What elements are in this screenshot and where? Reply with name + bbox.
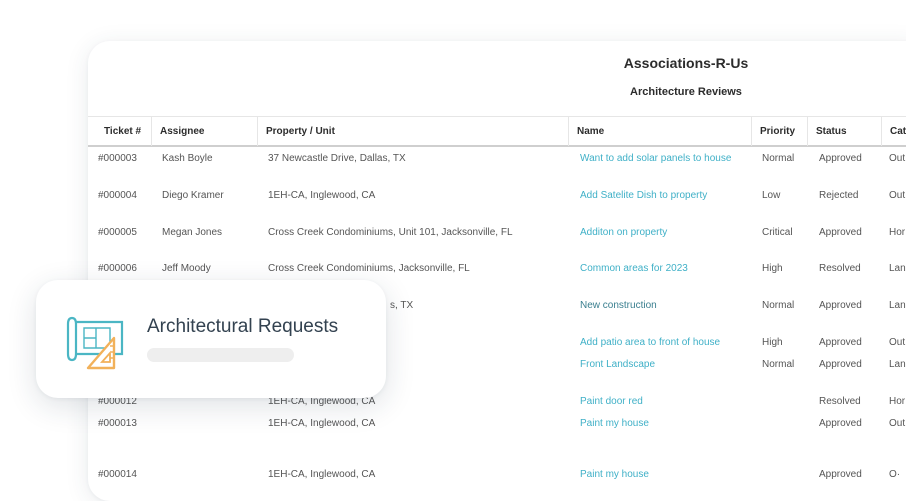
column-header-property[interactable]: Property / Unit <box>257 117 568 146</box>
request-name-link[interactable]: Paint my house <box>580 414 649 434</box>
architectural-requests-card[interactable]: Architectural Requests <box>36 280 386 398</box>
request-name-link[interactable]: Want to add solar panels to house <box>580 149 731 169</box>
table-row[interactable]: #000003 Kash Boyle 37 Newcastle Drive, D… <box>88 149 906 169</box>
priority-cell: High <box>762 263 783 274</box>
request-name-link[interactable]: Paint door red <box>580 392 643 412</box>
priority-cell: High <box>762 337 783 348</box>
column-header-name[interactable]: Name <box>568 117 751 146</box>
ticket-cell: #000006 <box>98 263 137 274</box>
ticket-cell: #000004 <box>98 190 137 201</box>
property-cell: 1EH-CA, Inglewood, CA <box>268 190 376 201</box>
property-cell: 1EH-CA, Inglewood, CA <box>268 418 376 429</box>
assignee-cell: Diego Kramer <box>162 190 224 201</box>
status-cell: Rejected <box>819 190 859 201</box>
priority-cell: Critical <box>762 227 793 238</box>
property-cell: 37 Newcastle Drive, Dallas, TX <box>268 153 406 164</box>
ticket-cell: #000013 <box>98 418 137 429</box>
category-cell: Lan <box>889 263 906 274</box>
category-cell: Out <box>889 153 906 164</box>
request-name-link[interactable]: Common areas for 2023 <box>580 259 688 279</box>
report-title: Architecture Reviews <box>630 86 742 98</box>
request-name-link[interactable]: Add Satelite Dish to property <box>580 186 707 206</box>
request-name-link[interactable]: Add patio area to front of house <box>580 333 720 353</box>
category-cell: Hor <box>889 227 906 238</box>
priority-cell: Normal <box>762 359 795 370</box>
column-header-assignee[interactable]: Assignee <box>151 117 257 146</box>
overlay-title: Architectural Requests <box>147 316 339 337</box>
category-cell: O· <box>889 469 901 480</box>
status-cell: Approved <box>819 337 862 348</box>
property-cell: Cross Creek Condominiums, Unit 101, Jack… <box>268 227 513 238</box>
report-card: Associations-R-Us Architecture Reviews T… <box>88 41 906 501</box>
assignee-cell: Megan Jones <box>162 227 223 238</box>
status-cell: Approved <box>819 359 862 370</box>
column-header-category[interactable]: Cate <box>881 117 906 146</box>
status-cell: Resolved <box>819 263 861 274</box>
status-cell: Approved <box>819 469 862 480</box>
ticket-cell: #000014 <box>98 469 137 480</box>
status-cell: Approved <box>819 227 862 238</box>
assignee-cell: Kash Boyle <box>162 153 213 164</box>
ticket-cell: #000005 <box>98 227 137 238</box>
request-name-link[interactable]: Paint my house <box>580 465 649 485</box>
category-cell: Out <box>889 337 906 348</box>
status-cell: Approved <box>819 300 862 311</box>
ticket-cell: #000003 <box>98 153 137 164</box>
blueprint-ruler-icon <box>66 308 126 370</box>
category-cell: Lan <box>889 300 906 311</box>
request-name-link[interactable]: New construction <box>580 296 657 316</box>
table-row[interactable]: #000014 1EH-CA, Inglewood, CA Paint my h… <box>88 465 906 485</box>
loading-placeholder-bar <box>147 348 294 362</box>
status-cell: Resolved <box>819 396 861 407</box>
assignee-cell: Jeff Moody <box>162 263 211 274</box>
org-name: Associations-R-Us <box>623 55 749 71</box>
column-header-ticket[interactable]: Ticket # <box>88 117 151 146</box>
table-row[interactable]: #000005 Megan Jones Cross Creek Condomin… <box>88 223 906 243</box>
request-name-link[interactable]: Front Landscape <box>580 355 655 375</box>
request-name-link[interactable]: Additon on property <box>580 223 667 243</box>
property-cell: Cross Creek Condominiums, Jacksonville, … <box>268 263 470 274</box>
property-cell: 1EH-CA, Inglewood, CA <box>268 469 376 480</box>
category-cell: Lan <box>889 359 906 370</box>
column-header-priority[interactable]: Priority <box>751 117 807 146</box>
status-cell: Approved <box>819 418 862 429</box>
table-header: Ticket # Assignee Property / Unit Name P… <box>88 116 906 147</box>
table-row[interactable]: #000013 1EH-CA, Inglewood, CA Paint my h… <box>88 414 906 434</box>
category-cell: Out <box>889 418 906 429</box>
table-row[interactable]: #000004 Diego Kramer 1EH-CA, Inglewood, … <box>88 186 906 206</box>
priority-cell: Low <box>762 190 781 201</box>
property-cell: s, TX <box>390 300 414 311</box>
category-cell: Out <box>889 190 906 201</box>
table-row[interactable]: #000006 Jeff Moody Cross Creek Condomini… <box>88 259 906 279</box>
priority-cell: Normal <box>762 153 795 164</box>
category-cell: Hor <box>889 396 906 407</box>
priority-cell: Normal <box>762 300 795 311</box>
column-header-status[interactable]: Status <box>807 117 881 146</box>
status-cell: Approved <box>819 153 862 164</box>
